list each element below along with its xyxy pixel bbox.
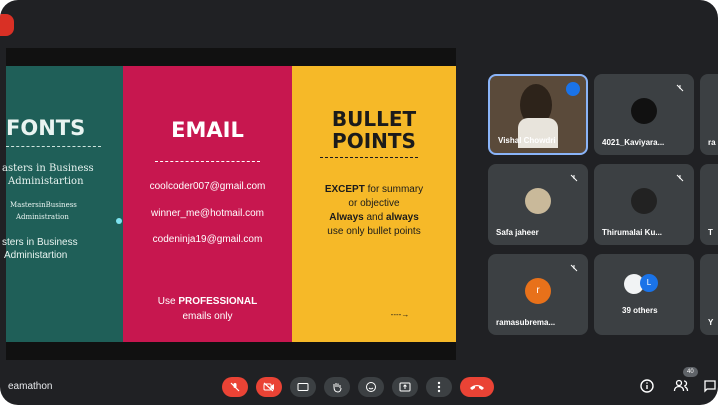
end-call-button[interactable] [460, 377, 494, 397]
participant-tile-partial[interactable]: ra [700, 74, 718, 155]
bullet-divider [320, 157, 418, 158]
raise-hand-button[interactable] [324, 377, 350, 397]
participant-name: Thirumalai Ku... [602, 228, 663, 237]
present-button[interactable] [392, 377, 418, 397]
participant-tile-partial[interactable]: T [700, 164, 718, 245]
avatar [631, 98, 657, 124]
meeting-details-button[interactable] [637, 376, 657, 396]
participant-tile-thirumalai[interactable]: Thirumalai Ku... [594, 164, 694, 245]
bullet-line-1: EXCEPT for summary [324, 184, 424, 195]
meeting-name: eamathon [8, 381, 53, 392]
camera-toggle-button[interactable] [256, 377, 282, 397]
mic-off-icon [676, 174, 684, 182]
email-title: EMAIL [171, 118, 244, 142]
participant-name: 4021_Kaviyara... [602, 138, 665, 147]
control-bar: eamathon 40 [0, 362, 718, 405]
reactions-button[interactable] [358, 377, 384, 397]
info-icon [640, 379, 654, 393]
email-note: Use PROFESSIONAL [157, 296, 258, 307]
people-button[interactable] [671, 376, 691, 396]
chat-icon [704, 380, 716, 393]
participant-tile-ramasubrema[interactable]: r ramasubrema... [488, 254, 588, 335]
camera-off-icon [263, 382, 274, 392]
avatar [525, 188, 551, 214]
mic-off-icon [676, 84, 684, 92]
avatar [631, 188, 657, 214]
recording-indicator [0, 14, 14, 36]
participant-name: Y [708, 318, 714, 327]
captions-icon [297, 383, 309, 391]
hand-icon [333, 383, 342, 393]
speaking-icon [566, 82, 580, 96]
meeting-window: FONTS asters in Business Administartion … [0, 0, 718, 405]
mic-toggle-button[interactable] [222, 377, 248, 397]
participant-count-badge: 40 [683, 367, 698, 377]
more-vert-icon [437, 381, 441, 393]
mic-off-icon [570, 174, 578, 182]
avatar: L [640, 274, 658, 292]
fonts-title: FONTS [6, 116, 86, 140]
fonts-sample-2: MastersinBusiness Administration [10, 201, 77, 221]
avatar: r [525, 278, 551, 304]
participant-name: ramasubrema... [496, 318, 556, 327]
fonts-sample-3: sters in Business Administartion [2, 237, 78, 261]
participant-grid: Vishal Chowdri 4021_Kaviyara... ra Safa … [488, 74, 718, 335]
mic-off-icon [230, 382, 240, 392]
emoji-icon [366, 382, 376, 392]
more-options-button[interactable] [426, 377, 452, 397]
participant-name: Vishal Chowdri [498, 136, 556, 145]
fonts-panel: FONTS asters in Business Administartion … [2, 66, 123, 342]
mic-off-icon [570, 264, 578, 272]
arrow-mark: ----→ [390, 310, 410, 319]
email-example-1: coolcoder007@gmail.com [149, 181, 266, 192]
email-note-2: emails only [182, 311, 233, 322]
participant-tile-partial[interactable]: Y [700, 254, 718, 335]
participant-name: 39 others [622, 306, 658, 315]
email-example-3: codeninja19@gmail.com [152, 234, 263, 245]
bullet-line-4: use only bullet points [327, 226, 421, 237]
people-icon [673, 379, 689, 392]
participant-tile-kaviyara[interactable]: 4021_Kaviyara... [594, 74, 694, 155]
bullet-line-2: or objective [348, 198, 400, 209]
participant-name: Safa jaheer [496, 228, 539, 237]
cursor-dot [116, 218, 122, 224]
bullet-line-3: Always and always [329, 212, 419, 223]
email-example-2: winner_me@hotmail.com [151, 208, 264, 219]
participant-tile-vishal[interactable]: Vishal Chowdri [488, 74, 588, 155]
participant-name: T [708, 228, 713, 237]
phone-hangup-icon [470, 385, 484, 390]
chat-button[interactable] [702, 376, 718, 396]
fonts-divider [6, 146, 101, 147]
present-icon [399, 382, 411, 392]
participant-tile-safa[interactable]: Safa jaheer [488, 164, 588, 245]
fonts-sample-1: asters in Business Administartion [2, 163, 94, 187]
email-panel: EMAIL coolcoder007@gmail.com winner_me@h… [123, 66, 292, 342]
email-divider [155, 161, 260, 162]
participant-tile-others[interactable]: L 39 others [594, 254, 694, 335]
presentation-slide: FONTS asters in Business Administartion … [2, 48, 456, 360]
bullet-points-title: BULLET POINTS [331, 107, 417, 153]
participant-name: ra [708, 138, 716, 147]
bullet-points-panel: BULLET POINTS EXCEPT for summary or obje… [292, 66, 456, 342]
captions-button[interactable] [290, 377, 316, 397]
